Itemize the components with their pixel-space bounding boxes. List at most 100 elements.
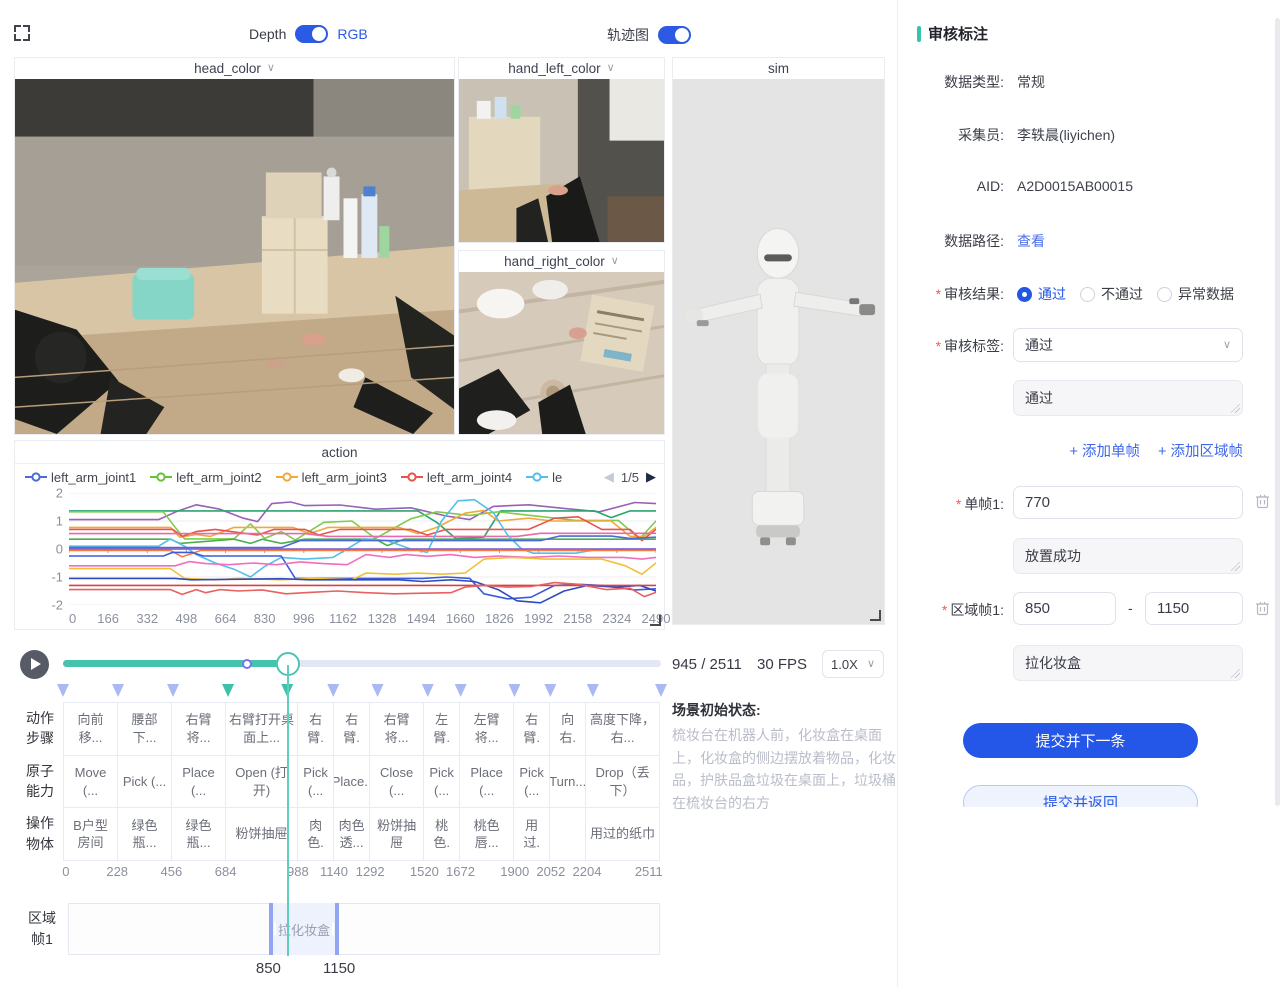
- ability-cell[interactable]: Drop（丢下）: [586, 755, 659, 808]
- add-region-frame-link[interactable]: + 添加区域帧: [1158, 440, 1243, 461]
- steps-table-axis: 0228456684988114012921520167219002052220…: [63, 864, 660, 880]
- timeline-marker[interactable]: [455, 684, 467, 697]
- step-cell[interactable]: 高度下降，右...: [586, 703, 659, 755]
- object-cell[interactable]: 绿色瓶...: [172, 807, 225, 860]
- ability-cell[interactable]: Pick (...: [118, 755, 171, 808]
- trajectory-toggle[interactable]: [658, 26, 691, 44]
- object-cell[interactable]: 肉色.: [298, 807, 333, 860]
- legend-prev-icon[interactable]: ◀: [604, 469, 614, 485]
- delete-region-frame-icon[interactable]: [1255, 600, 1270, 616]
- hand-left-camera-title[interactable]: hand_left_color ∨: [459, 58, 664, 80]
- ability-cell[interactable]: Pick (...: [514, 755, 549, 808]
- segment-left-handle[interactable]: [274, 923, 276, 936]
- timeline-marker[interactable]: [57, 684, 69, 697]
- fullscreen-icon[interactable]: [14, 25, 30, 41]
- legend-next-icon[interactable]: ▶: [646, 469, 656, 485]
- step-cell[interactable]: 腰部下...: [118, 703, 171, 755]
- step-cell[interactable]: 右臂将...: [370, 703, 423, 755]
- submit-back-button[interactable]: 提交并返回: [963, 785, 1198, 807]
- panel-scrollbar[interactable]: [1275, 18, 1280, 806]
- timeline-marker[interactable]: [422, 684, 434, 697]
- region-end-input[interactable]: [1145, 592, 1243, 625]
- submit-next-button[interactable]: 提交并下一条: [963, 723, 1198, 758]
- timeline-marker[interactable]: [372, 684, 384, 697]
- review-result-option[interactable]: 通过: [1017, 284, 1066, 304]
- object-cell[interactable]: 用过.: [514, 807, 549, 860]
- object-cell[interactable]: 绿色瓶...: [118, 807, 171, 860]
- hand-right-camera-title[interactable]: hand_right_color ∨: [459, 251, 664, 273]
- legend-item[interactable]: le: [526, 470, 562, 485]
- speed-select[interactable]: 1.0X ∨: [822, 650, 884, 678]
- review-tag-select[interactable]: 通过 ∨: [1013, 328, 1243, 362]
- step-cell[interactable]: 向前移...: [64, 703, 117, 755]
- timeline-slider[interactable]: [63, 660, 661, 667]
- timeline-marker[interactable]: [508, 684, 520, 697]
- object-cell[interactable]: B户型房间: [64, 807, 117, 860]
- legend-line-icon: [150, 472, 172, 482]
- region-start-input[interactable]: [1013, 592, 1116, 625]
- object-cell[interactable]: 桃色唇...: [460, 807, 513, 860]
- table-axis-label: 1900: [500, 864, 529, 879]
- resize-handle-icon[interactable]: [870, 610, 881, 621]
- ability-cell[interactable]: Turn...: [550, 755, 585, 808]
- delete-single-frame-icon[interactable]: [1255, 493, 1270, 509]
- legend-item[interactable]: left_arm_joint4: [401, 470, 512, 485]
- legend-item[interactable]: left_arm_joint2: [150, 470, 261, 485]
- review-panel-header: 审核标注: [917, 23, 988, 44]
- review-tag-note[interactable]: 通过: [1013, 380, 1243, 416]
- single-frame-input[interactable]: [1013, 486, 1243, 519]
- timeline-marker[interactable]: [655, 684, 667, 697]
- radio-selected-icon[interactable]: [1017, 287, 1032, 302]
- timeline-marker[interactable]: [112, 684, 124, 697]
- object-cell[interactable]: 肉色透...: [334, 807, 369, 860]
- timeline-marker-active[interactable]: [222, 684, 234, 697]
- region-frame-note[interactable]: 拉化妆盒: [1013, 645, 1243, 681]
- depth-rgb-toggle[interactable]: [295, 25, 328, 43]
- step-cell[interactable]: 右臂.: [298, 703, 333, 755]
- ability-cell[interactable]: Move (...: [64, 755, 117, 808]
- ability-cell[interactable]: Place..: [334, 755, 369, 808]
- region-frame-track[interactable]: 拉化妆盒: [68, 903, 660, 955]
- single-frame-marker-dot[interactable]: [242, 659, 252, 669]
- legend-item[interactable]: left_arm_joint3: [276, 470, 387, 485]
- segment-right-handle[interactable]: [332, 923, 334, 936]
- review-result-option[interactable]: 异常数据: [1157, 284, 1234, 304]
- ability-cell[interactable]: Close (...: [370, 755, 423, 808]
- timeline-marker[interactable]: [167, 684, 179, 697]
- caret-down-icon: ∨: [607, 63, 615, 74]
- step-cell[interactable]: 向右.: [550, 703, 585, 755]
- step-cell[interactable]: 右臂.: [334, 703, 369, 755]
- ability-cell[interactable]: Place (...: [460, 755, 513, 808]
- view-data-path-link[interactable]: 查看: [1017, 231, 1045, 251]
- legend-item[interactable]: left_arm_joint1: [25, 470, 136, 485]
- legend-label: left_arm_joint1: [51, 470, 136, 485]
- sim-viewport[interactable]: [673, 79, 884, 624]
- head-camera-name: head_color: [194, 59, 261, 79]
- ability-cell[interactable]: Place (...: [172, 755, 225, 808]
- legend-line-icon: [401, 472, 423, 482]
- object-cell[interactable]: 粉饼抽屉: [370, 807, 423, 860]
- object-cell[interactable]: [550, 807, 585, 860]
- head-camera-title[interactable]: head_color ∨: [15, 58, 454, 80]
- review-result-option[interactable]: 不通过: [1080, 284, 1143, 304]
- sim-title: sim: [673, 58, 884, 80]
- step-cell[interactable]: 左臂将...: [460, 703, 513, 755]
- object-cell[interactable]: 桃色.: [424, 807, 459, 860]
- add-single-frame-link[interactable]: + 添加单帧: [1070, 440, 1141, 461]
- resize-handle-icon[interactable]: [650, 615, 661, 626]
- play-button[interactable]: [20, 650, 49, 679]
- step-cell[interactable]: 左臂.: [424, 703, 459, 755]
- radio-icon[interactable]: [1080, 287, 1095, 302]
- timeline-marker[interactable]: [544, 684, 556, 697]
- radio-icon[interactable]: [1157, 287, 1172, 302]
- object-cell[interactable]: 用过的纸巾: [586, 807, 659, 860]
- step-cell[interactable]: 右臂将...: [172, 703, 225, 755]
- timeline-marker[interactable]: [587, 684, 599, 697]
- region-segment[interactable]: 拉化妆盒: [269, 903, 339, 955]
- step-cell[interactable]: 右臂.: [514, 703, 549, 755]
- ability-cell[interactable]: Pick (...: [424, 755, 459, 808]
- ability-cell[interactable]: Pick (...: [298, 755, 333, 808]
- single-frame-note[interactable]: 放置成功: [1013, 538, 1243, 574]
- timeline-marker[interactable]: [327, 684, 339, 697]
- step-column: 右臂将...Place (...绿色瓶...: [172, 703, 226, 860]
